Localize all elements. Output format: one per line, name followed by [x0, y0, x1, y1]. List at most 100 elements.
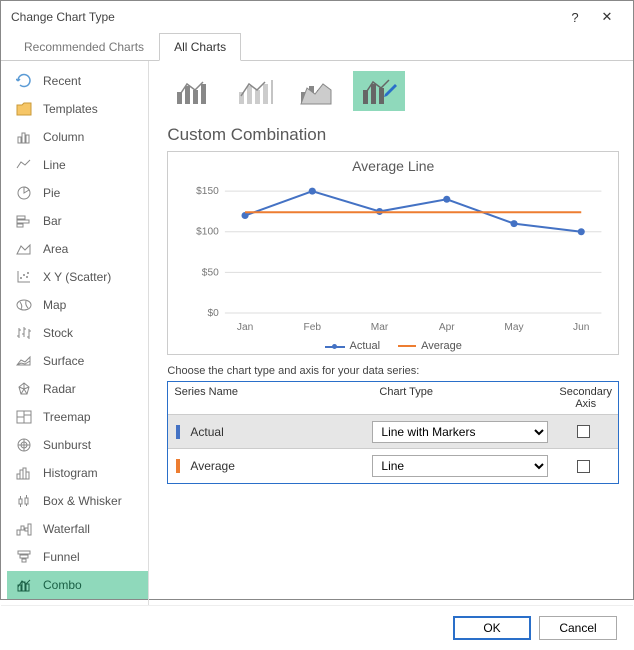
svg-text:$150: $150	[197, 186, 220, 197]
close-button[interactable]: ✕	[591, 9, 623, 25]
histogram-icon	[15, 464, 33, 482]
legend-item-actual: Actual	[325, 340, 381, 352]
sidebar-item-pie[interactable]: Pie	[7, 179, 148, 207]
col-secondary-axis: Secondary Axis	[553, 382, 618, 414]
column-icon	[15, 128, 33, 146]
secondary-axis-checkbox-average[interactable]	[577, 460, 590, 473]
surface-icon	[15, 352, 33, 370]
svg-text:$50: $50	[202, 267, 219, 278]
help-button[interactable]: ?	[559, 10, 591, 25]
sidebar-item-label: Histogram	[43, 466, 98, 480]
sidebar-item-label: Column	[43, 130, 84, 144]
sidebar-item-waterfall[interactable]: Waterfall	[7, 515, 148, 543]
sidebar-item-surface[interactable]: Surface	[7, 347, 148, 375]
sidebar-item-radar[interactable]: Radar	[7, 375, 148, 403]
chart-type-select-actual[interactable]: Line with Markers	[372, 421, 548, 443]
dialog-button-row: OK Cancel	[1, 605, 633, 650]
svg-text:Feb: Feb	[304, 322, 322, 333]
sidebar-item-boxwhisker[interactable]: Box & Whisker	[7, 487, 148, 515]
sidebar-item-label: Bar	[43, 214, 62, 228]
sidebar-item-label: Sunburst	[43, 438, 91, 452]
svg-text:$0: $0	[208, 308, 220, 319]
waterfall-icon	[15, 520, 33, 538]
col-series-name: Series Name	[168, 382, 373, 414]
svg-text:Jun: Jun	[573, 322, 589, 333]
radar-icon	[15, 380, 33, 398]
sidebar-item-label: Surface	[43, 354, 84, 368]
sidebar-item-label: Line	[43, 158, 66, 172]
sidebar-item-area[interactable]: Area	[7, 235, 148, 263]
svg-text:$100: $100	[197, 227, 220, 238]
svg-text:Jan: Jan	[237, 322, 253, 333]
sidebar-item-label: Area	[43, 242, 68, 256]
series-name-label: Actual	[190, 425, 372, 439]
sidebar-item-bar[interactable]: Bar	[7, 207, 148, 235]
sidebar-item-label: Radar	[43, 382, 76, 396]
chart-subtype-row	[167, 71, 619, 111]
chart-svg: $0$50$100$150JanFebMarAprMayJun	[174, 178, 612, 338]
pie-icon	[15, 184, 33, 202]
cancel-button[interactable]: Cancel	[539, 616, 617, 640]
combo-subtype-2[interactable]	[229, 71, 281, 111]
stock-icon	[15, 324, 33, 342]
sidebar-item-label: Funnel	[43, 550, 80, 564]
secondary-axis-checkbox-actual[interactable]	[577, 425, 590, 438]
area-icon	[15, 240, 33, 258]
tab-recommended-charts[interactable]: Recommended Charts	[9, 33, 159, 61]
sidebar-item-label: Treemap	[43, 410, 91, 424]
sidebar-item-scatter[interactable]: X Y (Scatter)	[7, 263, 148, 291]
sidebar-item-label: Waterfall	[43, 522, 90, 536]
chart-title: Average Line	[174, 158, 612, 174]
scatter-icon	[15, 268, 33, 286]
sidebar-item-histogram[interactable]: Histogram	[7, 459, 148, 487]
sidebar-item-stock[interactable]: Stock	[7, 319, 148, 347]
sunburst-icon	[15, 436, 33, 454]
titlebar: Change Chart Type ? ✕	[1, 1, 633, 33]
sidebar-item-label: Map	[43, 298, 66, 312]
chart-type-select-average[interactable]: Line	[372, 455, 548, 477]
sidebar-item-label: Templates	[43, 102, 98, 116]
svg-text:May: May	[505, 322, 525, 333]
combo-subtype-1[interactable]	[167, 71, 219, 111]
sidebar-item-templates[interactable]: Templates	[7, 95, 148, 123]
series-table: Series Name Chart Type Secondary Axis Ac…	[167, 381, 619, 484]
sidebar-item-recent[interactable]: Recent	[7, 67, 148, 95]
treemap-icon	[15, 408, 33, 426]
legend-label: Actual	[350, 340, 381, 352]
combo-subtype-3[interactable]	[291, 71, 343, 111]
sidebar-item-treemap[interactable]: Treemap	[7, 403, 148, 431]
tab-bar: Recommended Charts All Charts	[1, 33, 633, 61]
series-header: Series Name Chart Type Secondary Axis	[168, 382, 618, 415]
svg-text:Mar: Mar	[371, 322, 389, 333]
ok-button[interactable]: OK	[453, 616, 531, 640]
line-icon	[15, 156, 33, 174]
sidebar-item-map[interactable]: Map	[7, 291, 148, 319]
series-swatch	[176, 425, 180, 439]
combo-icon	[15, 576, 33, 594]
chart-legend: Actual Average	[174, 338, 612, 352]
tab-all-charts[interactable]: All Charts	[159, 33, 241, 61]
sidebar-item-label: Box & Whisker	[43, 494, 122, 508]
sidebar-item-label: X Y (Scatter)	[43, 270, 111, 284]
sidebar-item-column[interactable]: Column	[7, 123, 148, 151]
series-row-average[interactable]: Average Line	[168, 449, 618, 483]
sidebar-item-combo[interactable]: Combo	[7, 571, 148, 599]
sidebar-item-sunburst[interactable]: Sunburst	[7, 431, 148, 459]
sidebar-item-label: Recent	[43, 74, 81, 88]
funnel-icon	[15, 548, 33, 566]
series-row-actual[interactable]: Actual Line with Markers	[168, 415, 618, 449]
chart-type-sidebar: Recent Templates Column Line Pie Bar Are…	[1, 61, 148, 605]
chart-preview: Average Line $0$50$100$150JanFebMarAprMa…	[167, 151, 619, 355]
combo-subtype-custom[interactable]	[353, 71, 405, 111]
col-chart-type: Chart Type	[373, 382, 553, 414]
templates-icon	[15, 100, 33, 118]
dialog-title: Change Chart Type	[11, 10, 115, 24]
map-icon	[15, 296, 33, 314]
sidebar-item-funnel[interactable]: Funnel	[7, 543, 148, 571]
sidebar-item-line[interactable]: Line	[7, 151, 148, 179]
series-name-label: Average	[190, 459, 372, 473]
recent-icon	[15, 72, 33, 90]
legend-label: Average	[421, 340, 462, 352]
series-instruction: Choose the chart type and axis for your …	[167, 365, 619, 377]
sidebar-item-label: Combo	[43, 578, 82, 592]
